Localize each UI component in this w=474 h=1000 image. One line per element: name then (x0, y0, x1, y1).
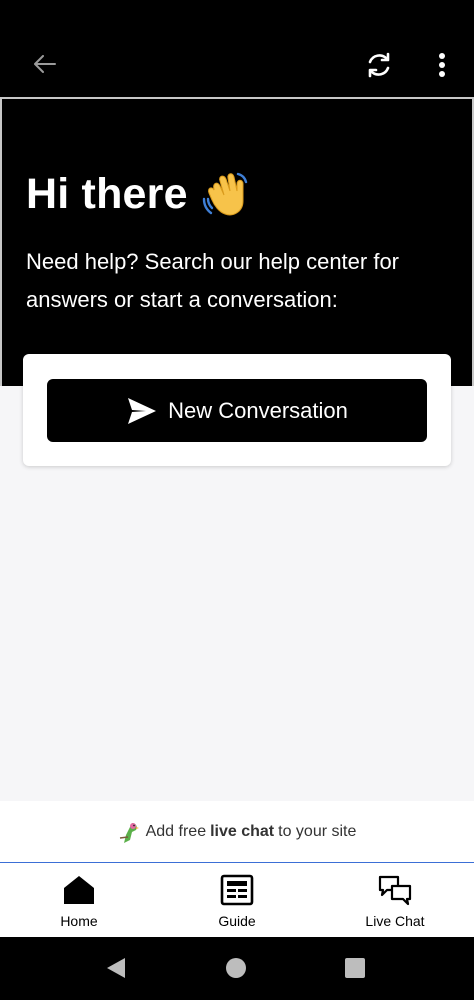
tab-live-chat-label: Live Chat (365, 913, 425, 929)
tab-guide-label: Guide (218, 913, 256, 929)
refresh-button[interactable] (356, 42, 402, 88)
new-conversation-button[interactable]: New Conversation (47, 379, 427, 442)
arrow-left-icon (34, 55, 56, 73)
tab-live-chat[interactable]: Live Chat (316, 863, 474, 937)
more-options-button[interactable] (422, 42, 462, 88)
nav-back-icon[interactable] (105, 956, 127, 980)
promo-prefix: Add free (145, 822, 207, 840)
promo-banner[interactable]: Add free live chat to your site (0, 801, 474, 862)
hero-subtitle: Need help? Search our help center for an… (26, 249, 400, 312)
bottom-tab-bar: Home Guide Live Chat (0, 863, 474, 937)
back-button[interactable] (22, 44, 68, 84)
waving-hand-icon (200, 169, 250, 219)
promo-suffix: to your site (278, 822, 357, 840)
refresh-icon (368, 52, 390, 78)
promo-bold: live chat (210, 822, 275, 840)
more-vertical-icon (439, 53, 445, 77)
parrot-icon (118, 820, 140, 844)
new-conversation-label: New Conversation (168, 397, 348, 423)
tab-home-label: Home (60, 913, 98, 929)
tab-guide[interactable]: Guide (158, 863, 316, 937)
tab-home[interactable]: Home (0, 863, 158, 937)
nav-home-icon[interactable] (226, 958, 246, 978)
home-icon (61, 873, 97, 907)
guide-icon (219, 873, 255, 907)
chat-bubbles-icon (377, 873, 413, 907)
nav-recents-icon[interactable] (345, 958, 365, 978)
conversation-card: New Conversation (23, 354, 451, 466)
hero-section: Hi there Need help? Search our help cent… (0, 99, 474, 386)
page-title: Hi there (26, 169, 188, 218)
app-header (0, 0, 474, 97)
hero-title-row: Hi there (26, 169, 250, 219)
send-icon (126, 396, 158, 426)
